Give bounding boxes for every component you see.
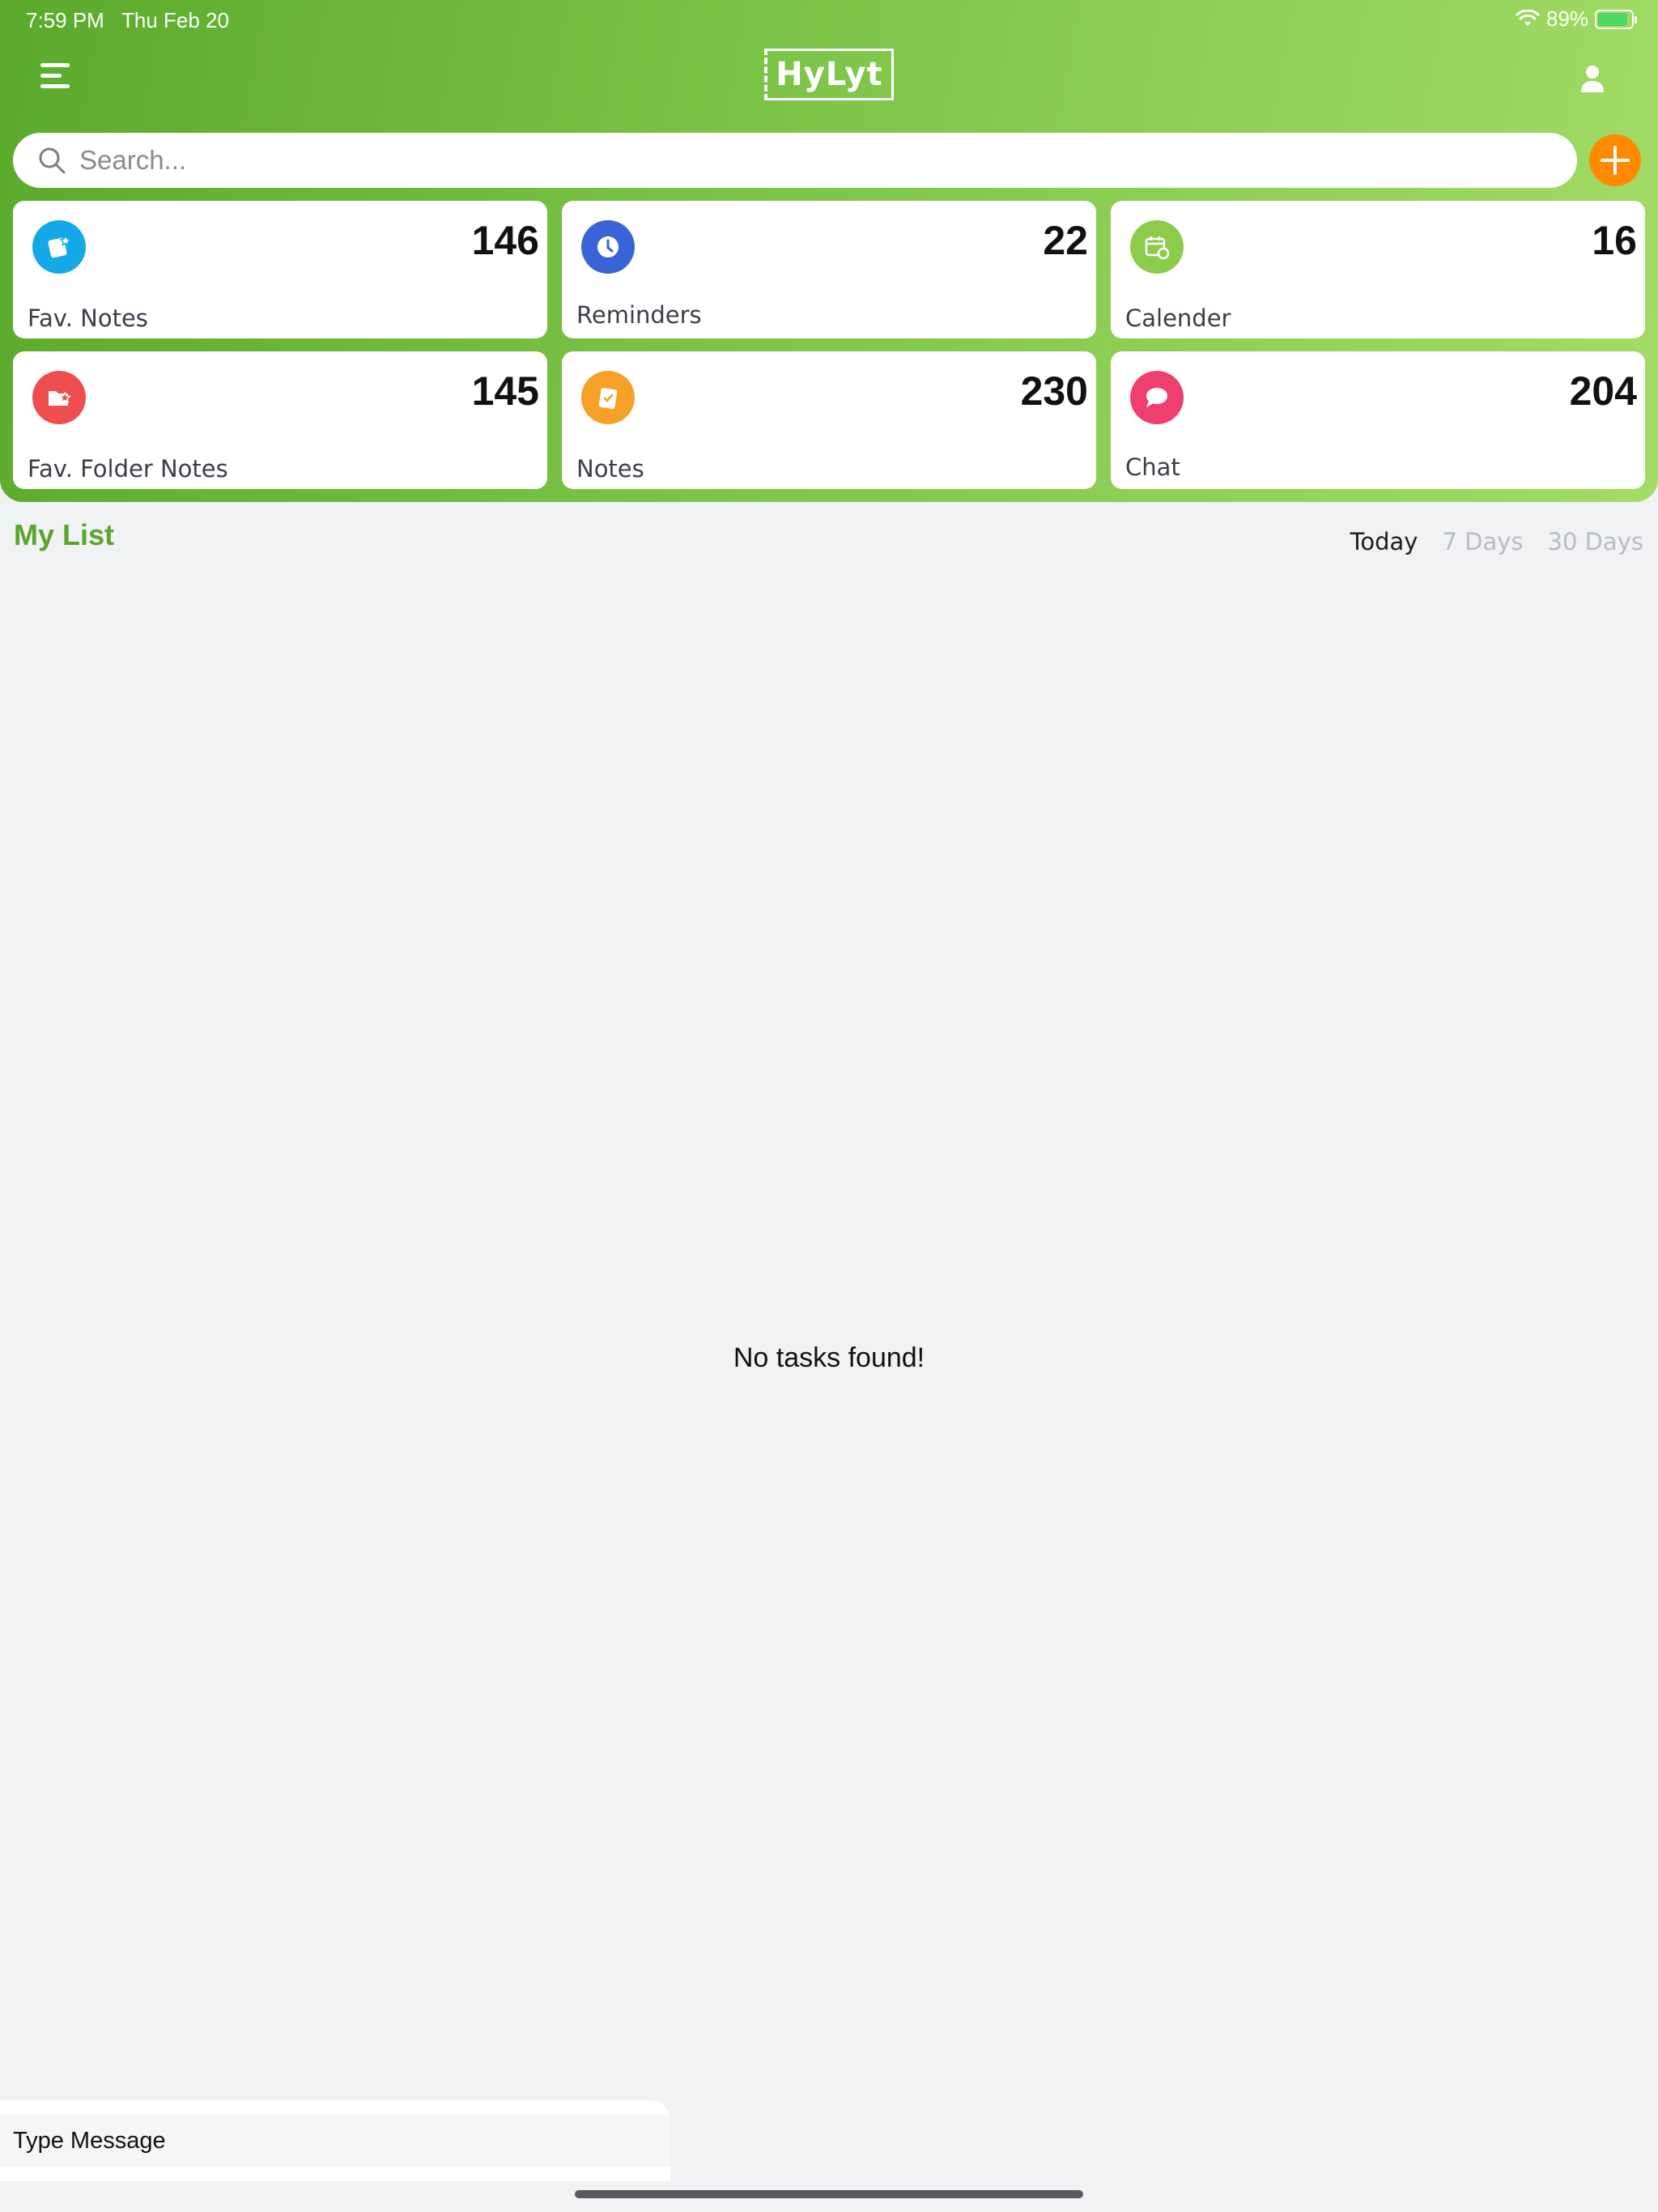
card-fav-notes[interactable]: 146 Fav. Notes (13, 201, 547, 338)
card-label: Notes (576, 455, 644, 483)
card-calender[interactable]: 16 Calender (1111, 201, 1645, 338)
header-banner: 7:59 PM Thu Feb 20 89% HyLyt Search... 1… (0, 0, 1658, 502)
clock-icon (581, 220, 635, 274)
tab-7-days[interactable]: 7 Days (1442, 528, 1523, 555)
empty-state-message: No tasks found! (733, 1342, 925, 1373)
app-logo: HyLyt (764, 42, 894, 107)
message-field[interactable] (0, 2115, 670, 2167)
star-note-icon (32, 220, 86, 274)
battery-percentage: 89% (1545, 6, 1588, 31)
card-count: 230 (1020, 368, 1088, 414)
menu-button[interactable] (40, 63, 73, 96)
status-time: 7:59 PM (26, 8, 104, 32)
tab-30-days[interactable]: 30 Days (1548, 528, 1644, 555)
star-folder-icon (32, 371, 86, 424)
tab-today[interactable]: Today (1350, 528, 1418, 555)
card-label: Fav. Notes (28, 304, 148, 332)
status-date: Thu Feb 20 (121, 8, 229, 32)
home-indicator (575, 2190, 1083, 2198)
card-count: 145 (471, 368, 539, 414)
clipboard-icon (581, 371, 635, 424)
card-label: Fav. Folder Notes (28, 455, 228, 483)
card-label: Chat (1125, 453, 1180, 481)
menu-icon-line (40, 74, 62, 78)
card-notes[interactable]: 230 Notes (562, 351, 1096, 489)
message-bar (0, 2100, 670, 2181)
status-bar: 7:59 PM Thu Feb 20 89% (0, 0, 1658, 39)
search-input[interactable] (79, 145, 1537, 176)
card-count: 22 (1043, 218, 1088, 263)
menu-icon-line (40, 63, 70, 67)
card-label: Reminders (576, 301, 702, 329)
date-range-tabs: Today 7 Days 30 Days (1350, 528, 1643, 555)
search-icon (39, 147, 66, 174)
status-indicators: 89% (1516, 6, 1637, 32)
my-list-title: My List (14, 518, 115, 551)
battery-fill (1598, 12, 1627, 26)
card-chat[interactable]: 204 Chat (1111, 351, 1645, 489)
card-reminders[interactable]: 22 Reminders (562, 201, 1096, 338)
search-bar[interactable] (13, 133, 1577, 188)
user-icon[interactable] (1579, 63, 1606, 96)
card-count: 204 (1569, 368, 1637, 414)
menu-icon-line (40, 84, 70, 88)
card-count: 16 (1592, 218, 1637, 263)
card-fav-folder-notes[interactable]: 145 Fav. Folder Notes (13, 351, 547, 489)
add-button[interactable] (1589, 134, 1641, 186)
card-label: Calender (1125, 304, 1231, 332)
battery-icon (1595, 9, 1637, 29)
chat-bubble-icon (1130, 371, 1184, 424)
wifi-icon (1516, 9, 1540, 26)
card-count: 146 (471, 218, 539, 263)
calendar-icon (1130, 220, 1184, 274)
message-input[interactable] (13, 2127, 644, 2155)
logo-text: HyLyt (764, 49, 894, 100)
